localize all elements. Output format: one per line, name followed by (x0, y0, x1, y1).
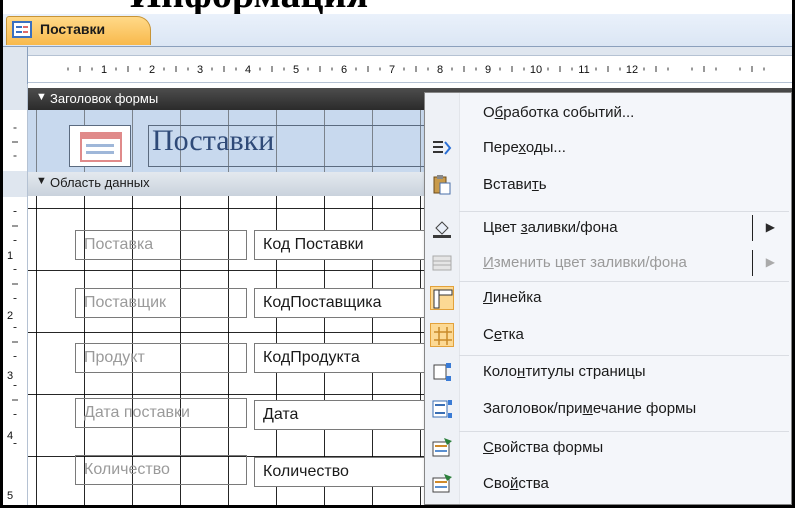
window-frame (0, 0, 795, 508)
